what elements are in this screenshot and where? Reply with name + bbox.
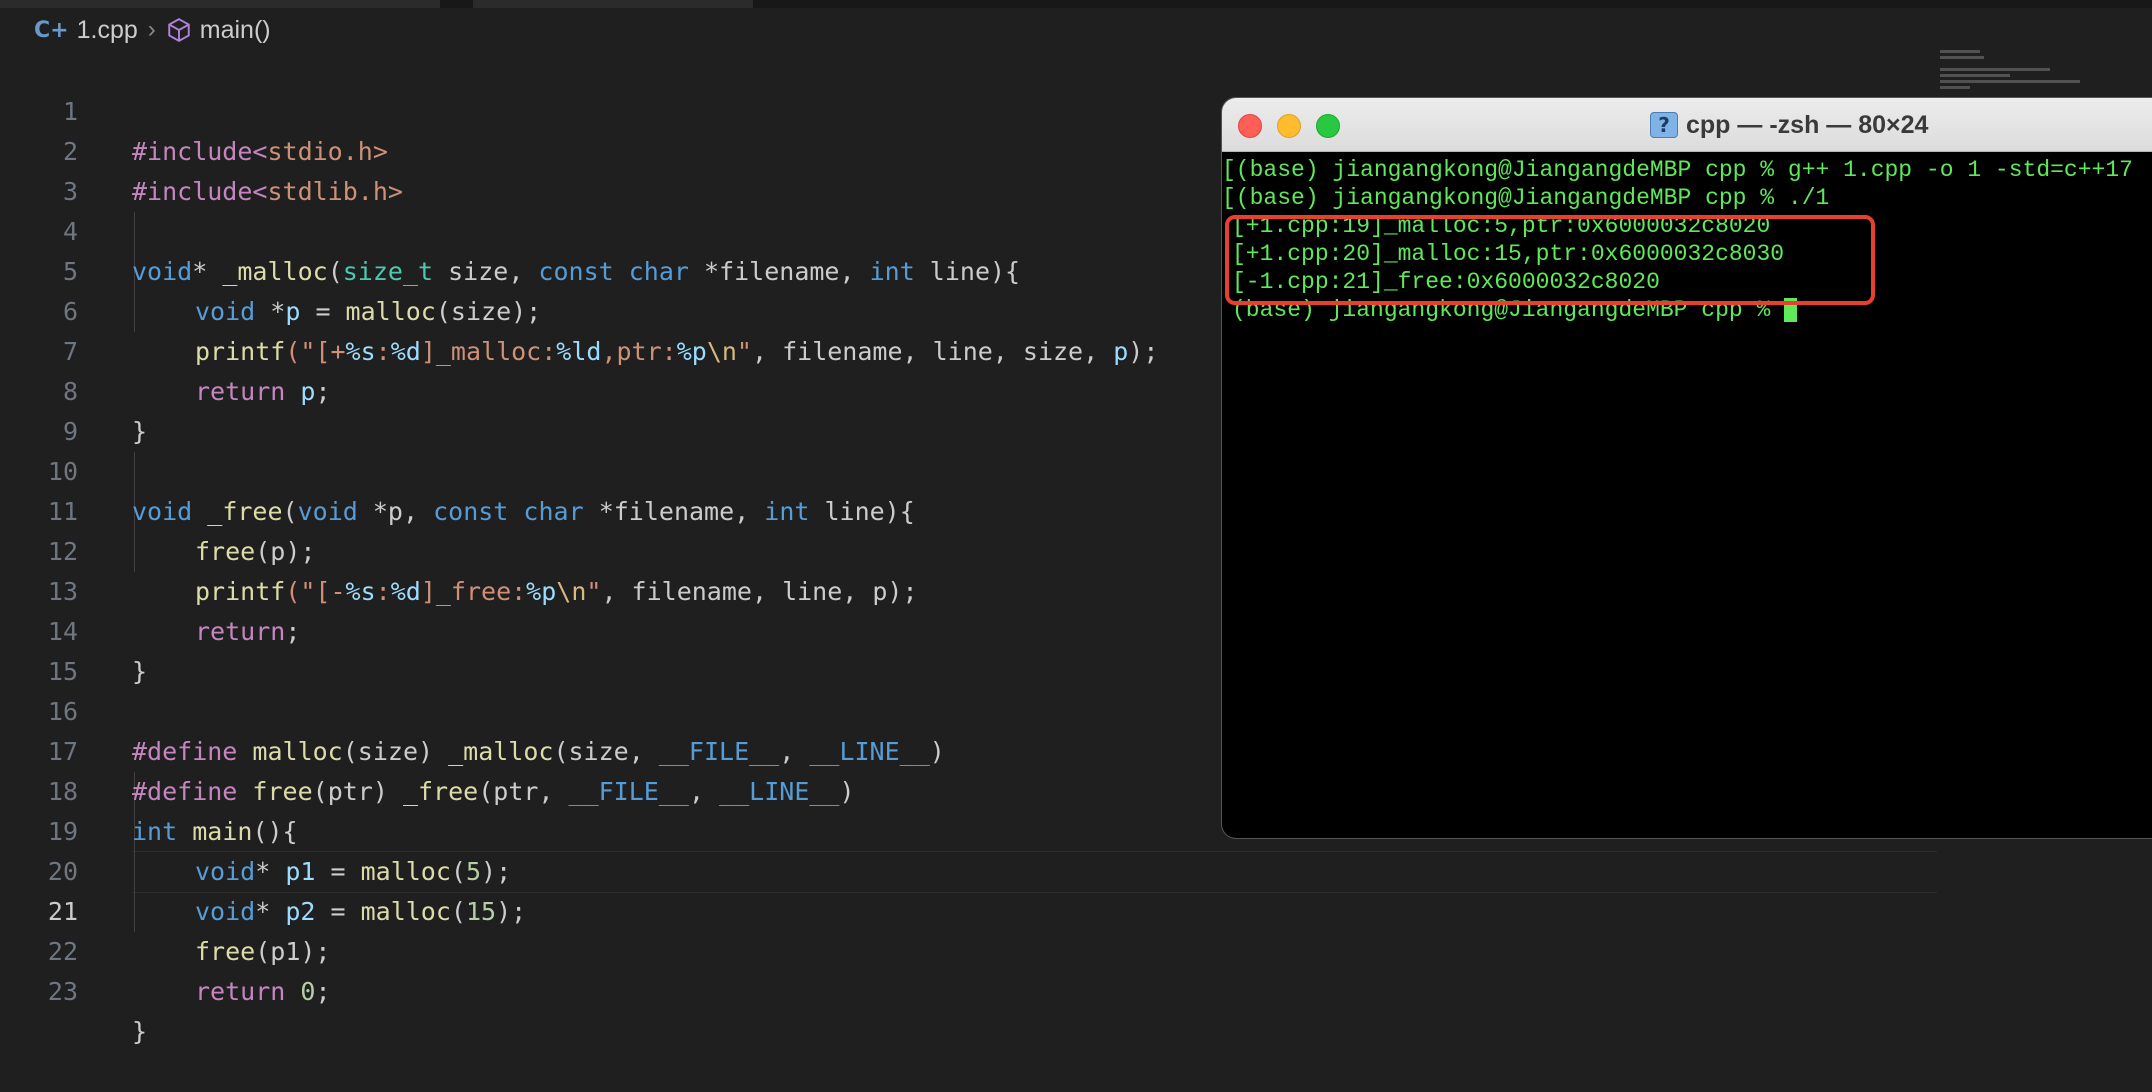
line-text: int main(){ <box>132 817 298 846</box>
line-text: void* _malloc(size_t size, const char *f… <box>132 257 1021 286</box>
code-line: 15 <box>0 612 90 686</box>
code-line: 14 } <box>0 572 147 686</box>
terminal-title-text: cpp — -zsh — 80×24 <box>1686 110 1929 139</box>
line-text: #include<stdlib.h> <box>132 177 403 206</box>
line-text: void _free(void *p, const char *filename… <box>132 497 915 526</box>
breadcrumb-file[interactable]: 1.cpp <box>77 16 138 45</box>
code-line: 3 <box>0 132 90 206</box>
close-window-button[interactable] <box>1238 114 1262 138</box>
code-line: 4 void* _malloc(size_t size, const char … <box>0 172 1020 286</box>
tab-strip-segment <box>473 0 753 8</box>
code-line: 13 return; <box>0 532 300 646</box>
line-text: return; <box>195 617 301 646</box>
minimap-line <box>1940 50 1980 53</box>
line-text: void* p2 = malloc(15); <box>195 897 527 926</box>
terminal-titlebar[interactable]: ? cpp — -zsh — 80×24 <box>1222 98 2152 152</box>
folder-icon: ? <box>1650 112 1678 138</box>
code-line: 1 #include<stdio.h> <box>0 52 388 166</box>
code-line: 11 free(p); <box>0 452 316 566</box>
code-line: 16 #define malloc(size) _malloc(size, __… <box>0 652 945 766</box>
code-line: 19 void* p1 = malloc(5); <box>0 772 511 886</box>
code-line: 17 #define free(ptr) _free(ptr, __FILE__… <box>0 692 855 806</box>
breadcrumb-symbol[interactable]: main() <box>200 16 271 45</box>
code-line: 20 void* p2 = malloc(15); <box>0 812 526 926</box>
line-text: free(p1); <box>195 937 331 966</box>
line-text: void* p1 = malloc(5); <box>195 857 512 886</box>
code-line: 12 printf("[-%s:%d]_free:%p\n", filename… <box>0 492 918 606</box>
code-line: 18 int main(){ <box>0 732 298 846</box>
line-text: printf("[-%s:%d]_free:%p\n", filename, l… <box>195 577 918 606</box>
line-text: #define malloc(size) _malloc(size, __FIL… <box>132 737 945 766</box>
method-cube-icon <box>168 18 190 42</box>
terminal-line: [(base) jiangangkong@JiangangdeMBP cpp %… <box>1222 185 1830 211</box>
minimize-window-button[interactable] <box>1277 114 1301 138</box>
terminal-line: [(base) jiangangkong@JiangangdeMBP cpp %… <box>1222 157 2133 183</box>
minimap-line <box>1940 86 1970 89</box>
cpp-file-icon: C+ <box>34 17 69 43</box>
code-line: 8 } <box>0 332 147 446</box>
line-text: free(p); <box>195 537 316 566</box>
code-line: 23 } <box>0 932 147 1046</box>
line-text: } <box>132 1017 148 1046</box>
terminal-title: ? cpp — -zsh — 80×24 <box>1650 108 1928 142</box>
code-line: 7 return p; <box>0 292 331 406</box>
code-area[interactable]: 1 #include<stdio.h> 2 #include<stdlib.h>… <box>0 52 1159 1046</box>
minimap-line <box>1940 56 1984 59</box>
line-number: 23 <box>47 977 78 1006</box>
line-text: void *p = malloc(size); <box>195 297 542 326</box>
maximize-window-button[interactable] <box>1316 114 1340 138</box>
code-line-active: 21 free(p1); <box>0 852 331 966</box>
code-line: 10 void _free(void *p, const char *filen… <box>0 412 915 526</box>
terminal-window[interactable]: ? cpp — -zsh — 80×24 [(base) jiangangkon… <box>1222 98 2152 838</box>
line-text: return 0; <box>195 977 331 1006</box>
minimap-line <box>1940 68 2050 71</box>
chevron-right-icon: › <box>147 16 156 43</box>
tab-strip <box>0 0 2152 8</box>
tab-strip-segment <box>0 0 440 8</box>
minimap-line <box>1940 80 2080 83</box>
line-text: } <box>132 417 148 446</box>
line-text: } <box>132 657 148 686</box>
line-text: #include<stdio.h> <box>132 137 388 166</box>
line-text: printf("[+%s:%d]_malloc:%ld,ptr:%p\n", f… <box>195 337 1159 366</box>
code-line: 6 printf("[+%s:%d]_malloc:%ld,ptr:%p\n",… <box>0 252 1158 366</box>
code-line: 5 void *p = malloc(size); <box>0 212 541 326</box>
code-line: 22 return 0; <box>0 892 331 1006</box>
line-text: #define free(ptr) _free(ptr, __FILE__, _… <box>132 777 855 806</box>
line-text: return p; <box>195 377 331 406</box>
code-line: 2 #include<stdlib.h> <box>0 92 403 206</box>
output-highlight-box <box>1225 215 1875 305</box>
minimap-line <box>1940 74 2010 77</box>
code-line: 9 <box>0 372 90 446</box>
breadcrumb: C+ 1.cpp › main() <box>34 12 271 48</box>
